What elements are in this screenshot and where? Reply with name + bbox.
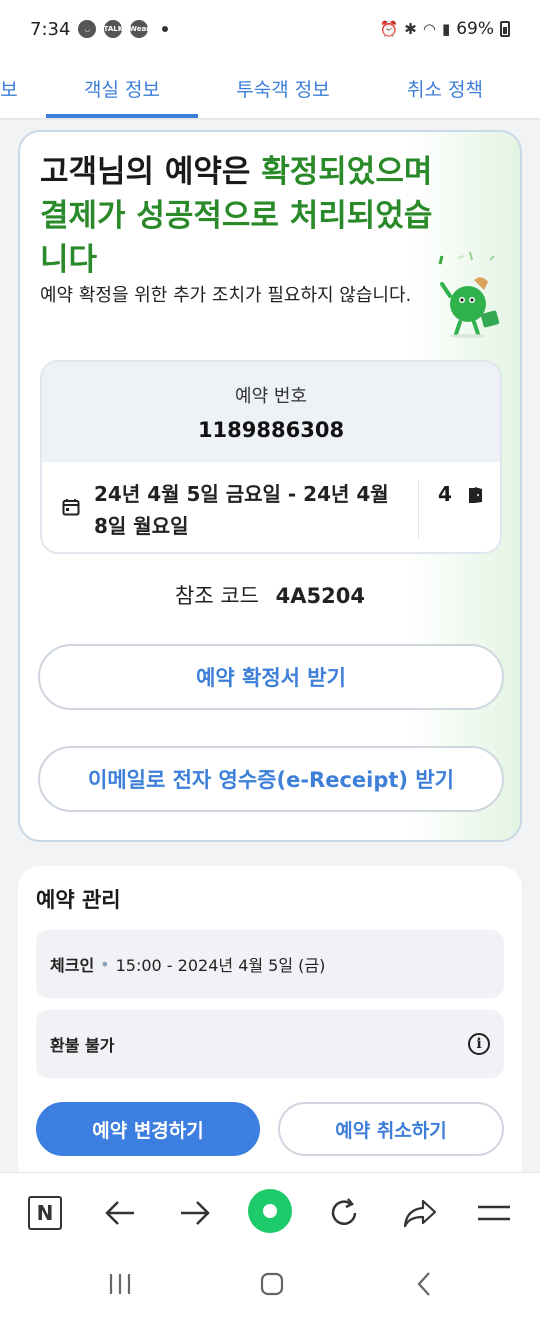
reservation-box: 예약 번호 1189886308 24년 4월 5일 금요일 - 24년 4월 … — [40, 360, 502, 554]
battery-percent: 69% — [456, 19, 494, 39]
separator-dot: • — [100, 954, 110, 974]
share-svg — [403, 1199, 437, 1228]
bluetooth-icon: ✱ — [404, 20, 417, 38]
reload-svg — [331, 1198, 357, 1225]
cancel-booking-button[interactable]: 예약 취소하기 — [278, 1102, 504, 1156]
menu-svg — [478, 1205, 510, 1221]
manage-booking-title: 예약 관리 — [36, 888, 121, 912]
confirmation-card: 고객님의 예약은 확정되었으며 결제가 성공적으로 처리되었습니다 예약 확정을… — [18, 130, 522, 842]
signal-icon: ▮ — [441, 20, 451, 38]
back-icon[interactable] — [100, 1193, 140, 1233]
checkin-row: 체크인 • 15:00 - 2024년 4월 5일 (금) — [36, 930, 504, 998]
checkin-value: 15:00 - 2024년 4월 5일 (금) — [115, 956, 326, 975]
reservation-number: 1189886308 — [197, 418, 345, 442]
tab-label: 보 — [0, 78, 18, 101]
naver-icon[interactable]: N — [25, 1193, 65, 1233]
stay-dates: 24년 4월 5일 금요일 - 24년 4월 8일 월요일 — [94, 482, 389, 538]
info-icon[interactable]: i — [468, 1033, 490, 1055]
tab-bar: 보 객실 정보 투숙객 정보 취소 정책 — [0, 58, 540, 120]
divider — [418, 480, 419, 538]
get-confirmation-button[interactable]: 예약 확정서 받기 — [38, 644, 504, 710]
home-svg — [260, 1272, 284, 1296]
system-nav-bar — [0, 1250, 540, 1320]
confirmation-subtext: 예약 확정을 위한 추가 조치가 필요하지 않습니다. — [40, 285, 412, 306]
calendar-icon — [62, 499, 80, 516]
reload-icon[interactable] — [324, 1193, 364, 1233]
talk-icon: TALK — [104, 20, 123, 38]
menu-icon[interactable] — [474, 1193, 514, 1233]
forward-arrow-svg — [181, 1201, 210, 1225]
tab-label: 객실 정보 — [84, 78, 160, 101]
tab-label: 투숙객 정보 — [236, 78, 330, 101]
headline-dark-part: 고객님의 예약은 — [40, 154, 262, 190]
status-right: ⏰ ✱ ◠ ▮ 69% — [380, 19, 510, 39]
back-nav-svg — [417, 1272, 430, 1296]
home-icon[interactable] — [252, 1268, 292, 1300]
refund-label: 환불 불가 — [50, 1036, 115, 1055]
reference-code-row: 참조 코드 4A5204 — [20, 580, 520, 610]
recent-apps-svg — [109, 1274, 131, 1294]
browser-toolbar: N — [0, 1172, 540, 1250]
tab-guest-info[interactable]: 투숙객 정보 — [212, 58, 354, 118]
modify-booking-button[interactable]: 예약 변경하기 — [36, 1102, 260, 1156]
status-bar: 7:34 ◡ TALK Wear ⏰ ✱ ◠ ▮ 69% — [0, 0, 540, 58]
app-notification-icon: ◡ — [78, 20, 97, 38]
room-count: 4 — [438, 482, 452, 506]
reservation-number-label: 예약 번호 — [235, 386, 307, 407]
reference-code: 4A5204 — [275, 584, 365, 608]
refund-row: 환불 불가 i — [36, 1010, 504, 1078]
confirmation-headline: 고객님의 예약은 확정되었으며 결제가 성공적으로 처리되었습니다 — [40, 150, 440, 282]
wifi-icon: ◠ — [422, 20, 436, 38]
wear-icon: Wear — [129, 20, 150, 38]
mascot-illustration — [438, 251, 500, 338]
alarm-icon: ⏰ — [379, 20, 399, 38]
forward-icon[interactable] — [175, 1193, 215, 1233]
battery-icon — [500, 21, 510, 37]
door-icon — [469, 487, 482, 503]
green-circle — [248, 1189, 292, 1233]
tab-overview[interactable]: 보 — [0, 58, 24, 118]
tab-room-info[interactable]: 객실 정보 — [46, 58, 198, 118]
reservation-number-section: 예약 번호 1189886308 — [42, 362, 500, 462]
back-nav-icon[interactable] — [404, 1268, 444, 1300]
share-icon[interactable] — [400, 1193, 440, 1233]
naver-logo: N — [28, 1196, 62, 1230]
tab-label: 취소 정책 — [407, 78, 483, 101]
reference-code-label: 참조 코드 — [175, 584, 259, 608]
status-time: 7:34 — [30, 18, 71, 40]
tab-active-indicator — [46, 114, 198, 118]
tab-cancel-policy[interactable]: 취소 정책 — [376, 58, 514, 118]
home-green-icon[interactable] — [248, 1189, 292, 1233]
notification-dot — [162, 26, 169, 32]
checkin-label: 체크인 — [50, 956, 95, 975]
get-receipt-button[interactable]: 이메일로 전자 영수증(e-Receipt) 받기 — [38, 746, 504, 812]
manage-booking-card: 예약 관리 체크인 • 15:00 - 2024년 4월 5일 (금) 환불 불… — [18, 866, 522, 1186]
status-left: 7:34 ◡ TALK Wear — [30, 18, 169, 40]
back-arrow-svg — [105, 1201, 134, 1225]
recent-apps-icon[interactable] — [100, 1268, 140, 1300]
